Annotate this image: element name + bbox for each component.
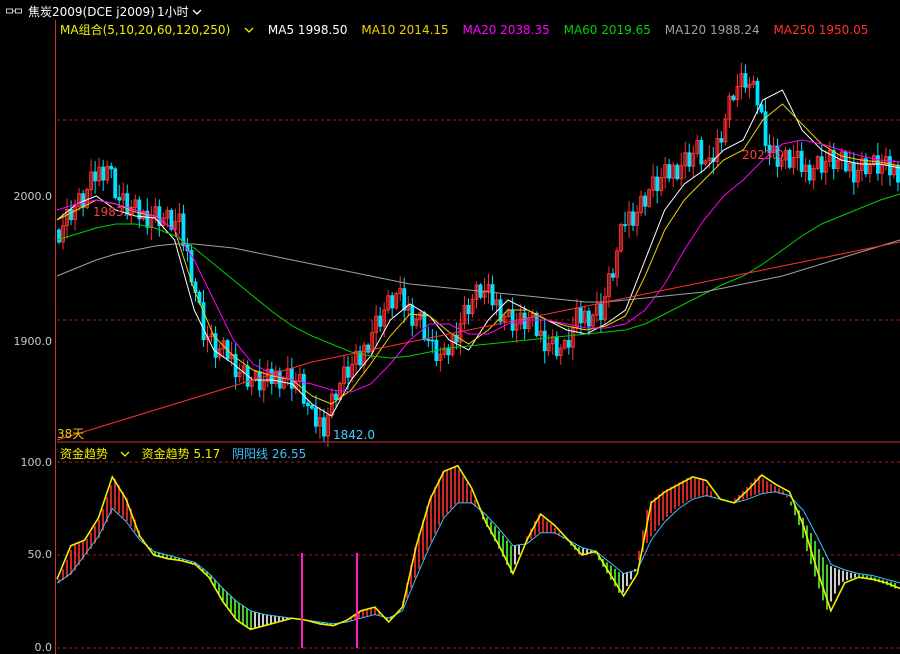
sub-legend: 资金趋势 资金趋势 5.17 阴阳线 26.55 [60, 445, 314, 462]
candle-body [851, 162, 856, 183]
high-right-label: 2023.0 [742, 148, 784, 162]
candle-body [655, 176, 660, 192]
candle-body [378, 315, 383, 327]
candle-body [446, 347, 451, 356]
candle-body [402, 288, 407, 311]
candle-body [807, 164, 812, 181]
candle-body [643, 195, 647, 207]
yinyang-line [56, 491, 900, 625]
candle-body [675, 164, 680, 180]
ma-group-label: MA组合(5,10,20,60,120,250) [60, 23, 231, 37]
candle-body [819, 156, 824, 173]
candle-body [699, 139, 704, 165]
candle-body [109, 165, 114, 170]
candle-body [117, 197, 122, 201]
candle-body [831, 149, 836, 170]
candle-body [743, 73, 748, 88]
candle-body [390, 295, 395, 309]
high-left-label: 1983.5 [93, 205, 135, 219]
candle-body [755, 80, 760, 106]
candle-body [422, 312, 427, 341]
price-tick-1900: 1900.0 [13, 335, 53, 348]
candle-body [631, 211, 635, 226]
ma20-label: MA20 2038.35 [462, 23, 550, 37]
ma5-label: MA5 1998.50 [267, 23, 348, 37]
candle-body [623, 224, 627, 227]
candle-body [93, 171, 98, 182]
candle-body [346, 366, 350, 378]
price-tick-2000: 2000.0 [13, 190, 53, 203]
candle-body [113, 168, 118, 199]
sub-tick-100: 100.0 [20, 456, 53, 469]
ma-legend: MA组合(5,10,20,60,120,250) MA5 1998.50 MA1… [60, 21, 878, 38]
candle-body [314, 407, 318, 427]
chart-canvas[interactable] [0, 0, 900, 654]
candle-body [466, 304, 471, 315]
candle-body [257, 371, 262, 391]
candle-body [799, 150, 804, 172]
low-label: 1842.0 [333, 428, 375, 442]
candle-body [101, 166, 106, 181]
candle-body [599, 303, 603, 321]
yinyang-label: 阴阳线 26.55 [232, 447, 307, 461]
sub-tick-0: 0.0 [34, 641, 53, 654]
candle-body [578, 307, 583, 324]
candle-body [566, 339, 571, 348]
candle-body [277, 370, 282, 389]
candle-body [426, 339, 431, 342]
ma10-label: MA10 2014.15 [361, 23, 449, 37]
candle-body [305, 402, 310, 407]
fund-trend-line [56, 464, 900, 631]
candle-body [289, 368, 294, 389]
sub-tick-50: 50.0 [27, 548, 53, 561]
days-label: 38天 [57, 427, 85, 441]
ma120-label: MA120 1988.24 [664, 23, 760, 37]
ma-line-ma20 [56, 139, 900, 393]
candle-body [787, 149, 792, 168]
candle-body [169, 209, 174, 230]
candle-body [731, 95, 736, 101]
candle-body [554, 336, 559, 357]
candle-body [322, 417, 326, 437]
ma250-label: MA250 1950.05 [773, 23, 869, 37]
candle-body [334, 393, 338, 401]
fund-trend-label: 资金趋势 5.17 [141, 447, 221, 461]
ma60-label: MA60 2019.65 [563, 23, 651, 37]
candle-body [430, 339, 435, 342]
candle-body [759, 104, 764, 113]
candle-body [667, 164, 672, 179]
candle-body [611, 273, 615, 278]
candle-body [687, 152, 692, 167]
candle-body [586, 310, 591, 327]
candle-body [719, 138, 724, 143]
candle-body [542, 330, 547, 352]
candle-body [410, 304, 415, 326]
sub-group-selector[interactable]: 资金趋势 [60, 447, 130, 461]
ma-group-selector[interactable]: MA组合(5,10,20,60,120,250) [60, 23, 254, 37]
candle-body [310, 405, 314, 409]
sub-group-label: 资金趋势 [60, 447, 109, 461]
candle-body [510, 309, 515, 331]
candle-body [69, 208, 73, 221]
candle-body [490, 284, 495, 306]
